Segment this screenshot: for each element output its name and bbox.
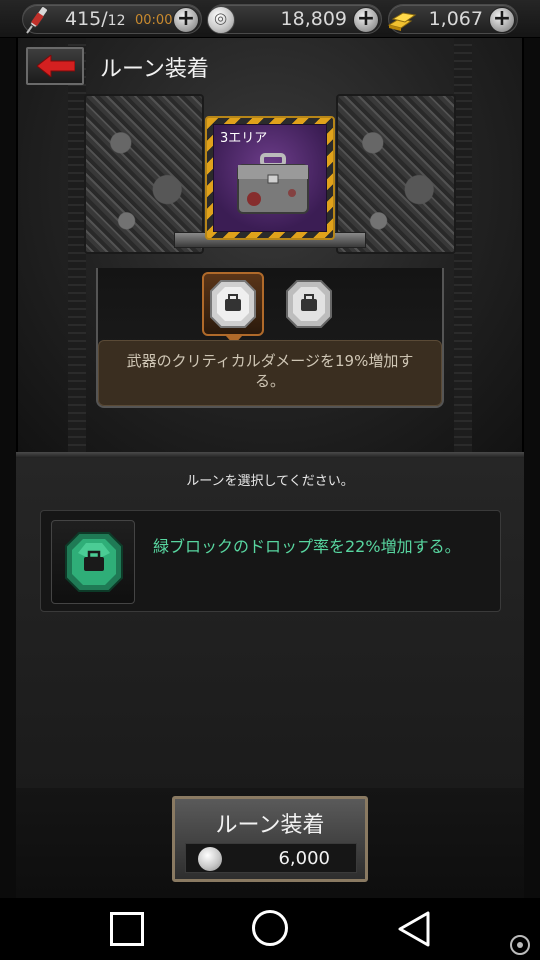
rune-description: 緑ブロックのドロップ率を22%増加する。 — [153, 537, 461, 556]
equipped-item-card[interactable]: 3エリア — [205, 116, 335, 240]
right-gear-machinery — [336, 94, 456, 254]
gold-pill: 1,067 + — [387, 4, 518, 34]
rune-selection-area — [16, 458, 524, 788]
add-gold-button[interactable]: + — [489, 7, 515, 33]
silver-coin-icon — [198, 847, 222, 871]
left-gear-machinery — [84, 94, 204, 254]
rune-list-item[interactable]: 緑ブロックのドロップ率を22%増加する。 — [40, 510, 501, 612]
rune-thumbnail — [51, 520, 135, 604]
home-icon[interactable] — [252, 910, 288, 946]
stamina-max: 12 — [107, 13, 126, 29]
rune-slot-1[interactable] — [202, 272, 264, 345]
back-triangle-icon[interactable] — [396, 910, 432, 948]
briefcase-icon — [237, 153, 309, 214]
silver-coin-icon — [207, 6, 235, 34]
equip-cost: 6,000 — [185, 843, 357, 873]
selection-instruction: ルーンを選択してください。 — [186, 474, 354, 489]
resource-bar: 415/12 00:00 + 18,809 + 1,067 + — [0, 0, 540, 38]
add-stamina-button[interactable]: + — [173, 7, 199, 33]
recent-apps-icon[interactable] — [110, 912, 144, 946]
add-coins-button[interactable]: + — [353, 7, 379, 33]
rune-briefcase-icon — [286, 280, 332, 328]
right-rail — [454, 38, 472, 454]
equip-cost-value: 6,000 — [278, 848, 330, 869]
back-button[interactable] — [26, 47, 84, 85]
stamina-value: 415/12 — [65, 8, 126, 30]
equipped-rune-description: 武器のクリティカルダメージを19%増加する。 — [98, 340, 442, 406]
stamina-pill: 415/12 00:00 + — [22, 4, 202, 34]
red-arrow-left-icon — [37, 55, 75, 77]
system-nav-bar — [0, 898, 540, 960]
area-label: 3エリア — [220, 131, 268, 146]
equip-rune-button[interactable]: ルーン装着 6,000 — [172, 796, 368, 882]
equip-button-label: ルーン装着 — [215, 813, 325, 838]
gold-count: 1,067 — [428, 8, 483, 30]
coin-pill: 18,809 + — [207, 4, 382, 34]
green-rune-icon — [65, 532, 123, 592]
coin-count: 18,809 — [280, 8, 347, 30]
watermark-logo-icon — [510, 935, 530, 955]
stamina-timer: 00:00 — [135, 13, 173, 28]
item-card-inner: 3エリア — [213, 124, 327, 232]
rune-slot-2[interactable] — [278, 272, 340, 336]
page-title: ルーン装着 — [100, 57, 209, 82]
syringe-icon — [26, 6, 49, 34]
gold-bars-icon — [387, 12, 417, 31]
rune-briefcase-icon — [210, 280, 256, 328]
